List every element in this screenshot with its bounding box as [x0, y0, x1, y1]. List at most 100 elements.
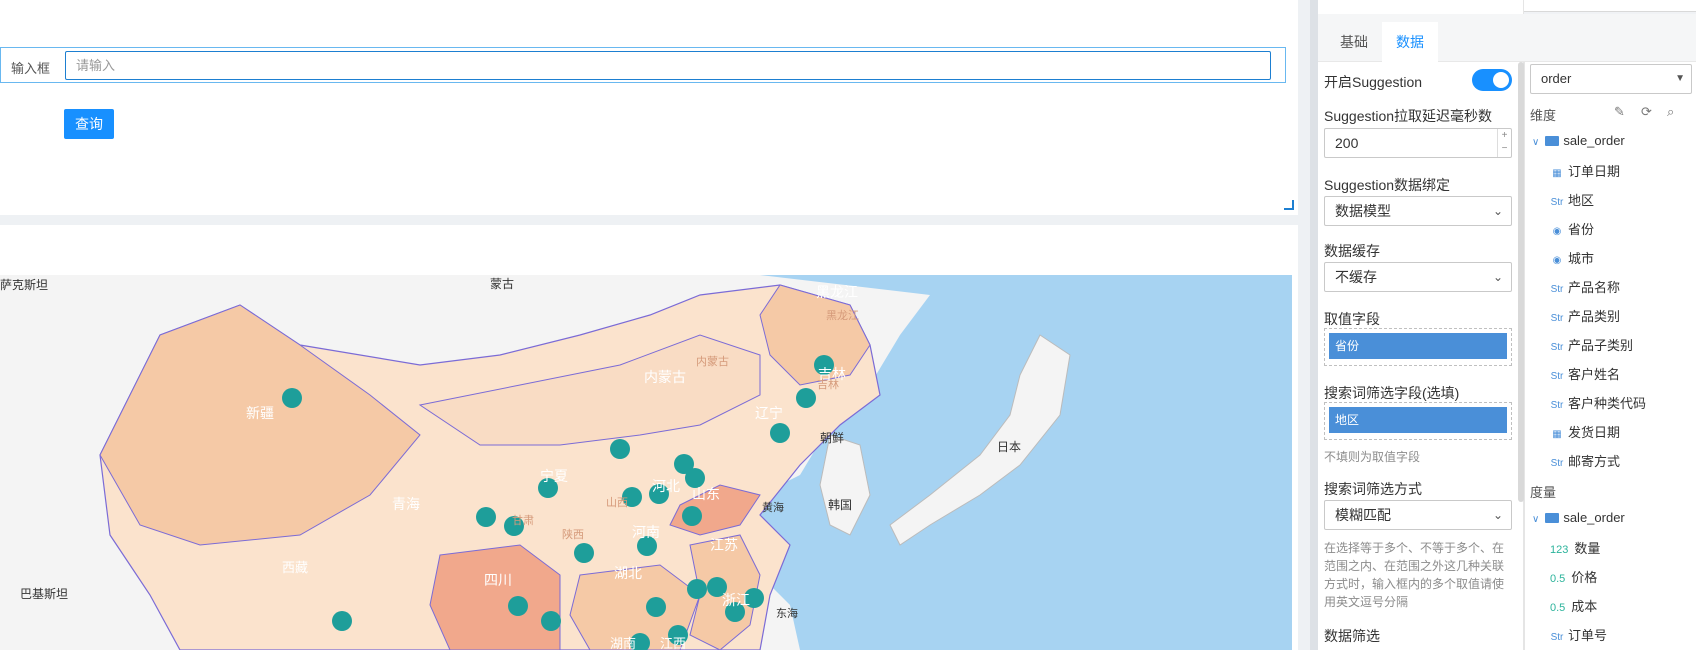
- globe-icon: ◉: [1552, 255, 1562, 266]
- dimensions-heading: 维度: [1530, 108, 1557, 123]
- suggestion-toggle[interactable]: [1472, 69, 1512, 91]
- marker[interactable]: [332, 611, 352, 631]
- map-svg: 萨克斯坦 蒙古 黑龙江 黑龙江 内蒙古 内蒙古 吉林 辽宁 朝鲜 日本 韩国 新…: [0, 275, 1292, 650]
- field-item[interactable]: Str 地区: [1550, 190, 1594, 209]
- delay-input[interactable]: 200 + −: [1324, 128, 1512, 158]
- marker[interactable]: [282, 388, 302, 408]
- value-field-chip[interactable]: 省份: [1329, 333, 1507, 359]
- field-item[interactable]: Str 客户种类代码: [1550, 393, 1646, 412]
- tab-data[interactable]: 数据: [1382, 22, 1438, 62]
- chevron-down-icon[interactable]: ∨: [1532, 137, 1539, 148]
- marker[interactable]: [476, 507, 496, 527]
- query-row: 输入框: [0, 47, 1286, 83]
- field-item[interactable]: Str 产品名称: [1550, 277, 1620, 296]
- value-field-dropzone[interactable]: 省份: [1324, 328, 1512, 366]
- field-item[interactable]: 0.5 成本: [1550, 596, 1597, 615]
- label-hunan: 湖南: [610, 636, 636, 650]
- marker[interactable]: [646, 597, 666, 617]
- marker[interactable]: [610, 439, 630, 459]
- label-shaanxi: 陕西: [562, 527, 584, 541]
- dimension-table-node[interactable]: ∨ sale_order: [1532, 133, 1625, 148]
- label-ningxia: 宁夏: [540, 468, 568, 484]
- calendar-icon: ▦: [1552, 429, 1562, 440]
- label-mongolia: 蒙古: [490, 276, 514, 291]
- field-item[interactable]: 0.5 价格: [1550, 567, 1597, 586]
- label-neimenggu: 内蒙古: [644, 369, 686, 385]
- query-component[interactable]: 输入框 查询: [0, 0, 1298, 215]
- label-pakistan: 巴基斯坦: [20, 587, 68, 601]
- delay-value: 200: [1335, 135, 1359, 151]
- filter-field-dropzone[interactable]: 地区: [1324, 402, 1512, 440]
- string-type-icon: Str: [1550, 284, 1564, 295]
- field-label: 邮寄方式: [1568, 454, 1621, 469]
- marker[interactable]: [508, 596, 528, 616]
- field-item[interactable]: ▦ 订单日期: [1550, 161, 1620, 180]
- decimal-type-icon: 0.5: [1550, 573, 1566, 585]
- measures-heading: 度量: [1530, 485, 1557, 500]
- label-jiangxi: 江西: [660, 636, 686, 650]
- label-korea-south: 韩国: [828, 497, 852, 512]
- china-map[interactable]: 萨克斯坦 蒙古 黑龙江 黑龙江 内蒙古 内蒙古 吉林 辽宁 朝鲜 日本 韩国 新…: [0, 275, 1292, 650]
- field-label: 省份: [1568, 222, 1595, 237]
- label-heilongjiang: 黑龙江: [816, 284, 858, 300]
- measure-table-node[interactable]: ∨ sale_order: [1532, 510, 1625, 525]
- marker[interactable]: [541, 611, 561, 631]
- field-item[interactable]: ◉ 城市: [1550, 248, 1594, 267]
- field-item[interactable]: Str 产品类别: [1550, 306, 1620, 325]
- chevron-down-icon: ⌄: [1492, 270, 1503, 284]
- field-item[interactable]: 123 数量: [1550, 538, 1600, 557]
- string-type-icon: Str: [1550, 313, 1564, 324]
- panel-splitter[interactable]: [1310, 0, 1318, 650]
- label-neimenggu-small: 内蒙古: [696, 354, 729, 368]
- chevron-down-icon[interactable]: ∨: [1532, 514, 1539, 525]
- string-type-icon: Str: [1550, 632, 1564, 643]
- filter-mode-value: 模糊匹配: [1335, 507, 1391, 523]
- label-shandong: 山东: [692, 486, 720, 502]
- filter-field-chip[interactable]: 地区: [1329, 407, 1507, 433]
- field-item[interactable]: Str 产品子类别: [1550, 335, 1633, 354]
- search-icon[interactable]: ⌕: [1667, 104, 1674, 120]
- filter-field-label: 搜索词筛选字段(选填): [1324, 385, 1460, 401]
- marker[interactable]: [685, 468, 705, 488]
- label-zhejiang: 浙江: [722, 592, 750, 608]
- cache-select[interactable]: 不缓存 ⌄: [1324, 262, 1512, 292]
- app-root: 输入框 查询: [0, 0, 1696, 650]
- field-label: 数量: [1574, 541, 1601, 556]
- filter-mode-hint: 在选择等于多个、不等于多个、在范围之内、在范围之外这几种关联方式时，输入框内的多…: [1324, 541, 1505, 609]
- string-type-icon: Str: [1550, 197, 1564, 208]
- field-item[interactable]: ◉ 省份: [1550, 219, 1594, 238]
- folder-icon: [1545, 512, 1560, 523]
- edit-icon[interactable]: ✎: [1614, 104, 1625, 120]
- binding-select[interactable]: 数据模型 ⌄: [1324, 196, 1512, 226]
- marker[interactable]: [796, 388, 816, 408]
- marker[interactable]: [682, 506, 702, 526]
- map-component[interactable]: 萨克斯坦 蒙古 黑龙江 黑龙江 内蒙古 内蒙古 吉林 辽宁 朝鲜 日本 韩国 新…: [0, 225, 1298, 650]
- panel-tabs: 基础 数据: [1318, 14, 1696, 62]
- resize-handle[interactable]: [1284, 200, 1294, 210]
- field-label: 产品名称: [1568, 280, 1621, 295]
- filter-mode-select[interactable]: 模糊匹配 ⌄: [1324, 500, 1512, 530]
- binding-label: Suggestion数据绑定: [1324, 177, 1451, 193]
- data-model-select[interactable]: order ▼: [1530, 64, 1692, 94]
- cache-label: 数据缓存: [1324, 243, 1380, 259]
- label-shanxi: 山西: [606, 496, 628, 509]
- marker[interactable]: [770, 423, 790, 443]
- refresh-icon[interactable]: ⟳: [1641, 104, 1652, 120]
- folder-icon: [1545, 135, 1560, 146]
- province-sichuan[interactable]: [429, 544, 561, 650]
- marker[interactable]: [687, 579, 707, 599]
- marker[interactable]: [574, 543, 594, 563]
- query-input[interactable]: [65, 51, 1271, 80]
- query-button[interactable]: 查询: [64, 109, 114, 139]
- chevron-down-icon: ⌄: [1492, 508, 1503, 522]
- field-item[interactable]: ▦ 发货日期: [1550, 422, 1620, 441]
- field-item[interactable]: Str 客户姓名: [1550, 364, 1620, 383]
- delay-stepper[interactable]: + −: [1497, 129, 1511, 157]
- data-model-panel: [1524, 62, 1696, 650]
- label-sichuan: 四川: [484, 572, 512, 588]
- field-label: 成本: [1571, 599, 1598, 614]
- field-item[interactable]: Str 订单号: [1550, 625, 1607, 644]
- field-item[interactable]: Str 邮寄方式: [1550, 451, 1620, 470]
- label-liaoning: 辽宁: [755, 405, 783, 421]
- tab-basic[interactable]: 基础: [1326, 22, 1382, 62]
